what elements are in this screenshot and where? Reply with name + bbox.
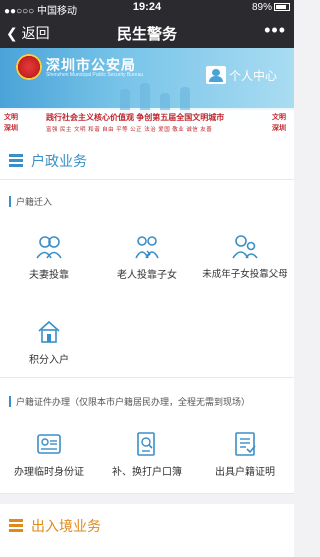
clock: 19:24 (132, 1, 162, 13)
status-bar: ●●○○○ 中国移动 19:24 89% (0, 0, 294, 17)
divider (0, 377, 294, 378)
list-icon (9, 519, 23, 532)
service-label: 出具户籍证明 (215, 467, 275, 478)
battery-text: 89% (251, 2, 272, 13)
service-label: 补、换打户口簿 (112, 467, 182, 478)
section-gap (0, 494, 294, 504)
section-title: 户政业务 (31, 153, 87, 169)
section-household: 户政业务 (0, 141, 294, 179)
service-label: 夫妻投靠 (29, 270, 69, 281)
slogan-side-right: 文明 深圳 (272, 112, 286, 134)
user-icon[interactable] (206, 66, 226, 84)
id-card-icon (37, 434, 61, 454)
service-points-settlement[interactable]: 积分入户 (0, 319, 98, 379)
subsection-migration: 户籍迁入 (0, 193, 294, 211)
service-temporary-id[interactable]: 办理临时身份证 (0, 431, 98, 491)
service-label: 老人投靠子女 (117, 270, 177, 281)
subsection-title: 户籍证件办理（仅限本市户籍居民办理，全程无需到现场） (16, 397, 251, 407)
service-elder-dependency[interactable]: 老人投靠子女 (98, 234, 196, 294)
subsection-marker (9, 196, 11, 207)
certificate-icon (235, 432, 256, 456)
service-label: 积分入户 (29, 355, 69, 366)
header-banner: 深圳市公安局 Shenzhen Municipal Public Securit… (0, 48, 294, 141)
subsection-marker (9, 396, 11, 407)
section-title: 出入境业务 (31, 518, 101, 534)
service-minor-dependency[interactable]: 未成年子女投靠父母 (196, 234, 294, 294)
slogan-strip: 文明 深圳 践行社会主义核心价值观 争创第五届全国文明城市 富强 民主 文明 和… (0, 110, 294, 140)
service-label: 办理临时身份证 (14, 467, 84, 478)
subsection-documents: 户籍证件办理（仅限本市户籍居民办理，全程无需到现场） (0, 393, 294, 411)
slogan-side-right-text: 文明 深圳 (272, 114, 286, 132)
police-emblem-icon (16, 54, 42, 80)
booklet-search-icon (137, 432, 155, 456)
service-household-certificate[interactable]: 出具户籍证明 (196, 431, 294, 491)
battery-icon (274, 3, 290, 12)
subsection-title: 户籍迁入 (16, 197, 53, 207)
service-spouse-dependency[interactable]: 夫妻投靠 (0, 234, 98, 294)
couple-icon (36, 236, 62, 259)
slogan-side-left: 文明 深圳 (4, 112, 18, 134)
battery-indicator: 89% (252, 2, 290, 13)
slogan-side-left-text: 文明 深圳 (4, 114, 18, 132)
parent-child-icon (232, 235, 258, 259)
service-household-register[interactable]: 补、换打户口簿 (98, 431, 196, 491)
section-exit-entry[interactable]: 出入境业务 (0, 506, 294, 544)
service-content: 户政业务 户籍迁入 夫妻投靠 老人投靠子女 未成年子女投靠父母 积分入户 户籍证… (0, 141, 294, 557)
page-title: 民生警务 (116, 26, 177, 43)
more-menu-button[interactable]: ••• (264, 20, 286, 41)
service-label: 未成年子女投靠父母 (202, 269, 288, 280)
slogan-main: 践行社会主义核心价值观 争创第五届全国文明城市 (46, 113, 225, 122)
list-icon (9, 154, 23, 167)
divider (0, 179, 294, 180)
user-center-link[interactable]: 个人中心 (229, 67, 277, 84)
family-icon (135, 236, 159, 259)
department-name-en: Shenzhen Municipal Public Security Burea… (46, 72, 143, 78)
crowd-figure (140, 83, 150, 113)
slogan-values: 富强 民主 文明 和谐 自由 平等 公正 法治 爱国 敬业 诚信 友善 (46, 127, 213, 133)
house-icon (38, 320, 60, 343)
nav-bar: ❮ 返回 民生警务 ••• (0, 16, 294, 48)
